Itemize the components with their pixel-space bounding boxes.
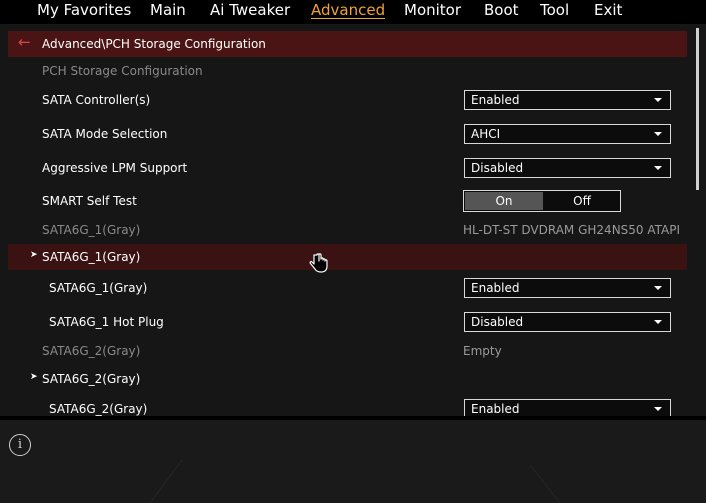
decorative-lines [149,459,561,503]
chevron-down-icon [654,166,662,170]
chevron-down-icon [654,132,662,136]
aggressive-lpm-row[interactable]: Aggressive LPM Support Disabled [0,155,687,181]
port2-enable-label: SATA6G_2(Gray) [49,402,148,416]
toggle-on-option[interactable]: On [465,192,543,210]
port1-group-row[interactable]: ➤ SATA6G_1(Gray) [8,244,687,270]
hand-pointer-icon [309,253,328,273]
help-footer: i [0,420,706,503]
port1-hotplug-dropdown[interactable]: Disabled [464,312,671,332]
sata-controller-label: SATA Controller(s) [42,93,151,107]
port2-info-row: SATA6G_2(Gray) Empty [0,338,687,364]
port1-enable-dropdown[interactable]: Enabled [464,278,671,298]
port1-info-row: SATA6G_1(Gray) HL-DT-ST DVDRAM GH24NS50 … [0,217,687,243]
port2-enable-value: Enabled [471,402,520,416]
port2-group-label: SATA6G_2(Gray) [42,372,141,386]
sata-mode-row[interactable]: SATA Mode Selection AHCI [0,121,687,147]
sata-controller-value: Enabled [471,93,520,107]
breadcrumb-path: Advanced\PCH Storage Configuration [42,37,266,51]
aggressive-lpm-dropdown[interactable]: Disabled [464,158,671,178]
chevron-down-icon [654,98,662,102]
menu-monitor[interactable]: Monitor [404,1,461,19]
port2-info-label: SATA6G_2(Gray) [42,344,141,358]
sata-controller-dropdown[interactable]: Enabled [464,90,671,110]
section-title: PCH Storage Configuration [42,64,203,78]
breadcrumb: ← Advanced\PCH Storage Configuration [8,31,687,57]
port2-group-row[interactable]: ➤ SATA6G_2(Gray) [0,366,687,392]
chevron-down-icon [654,286,662,290]
port1-enable-row[interactable]: SATA6G_1(Gray) Enabled [0,275,687,301]
port2-enable-dropdown[interactable]: Enabled [464,399,671,416]
port2-device-name: Empty [463,344,502,358]
settings-panel: ← Advanced\PCH Storage Configuration PCH… [0,24,706,416]
menu-exit[interactable]: Exit [594,1,622,19]
port1-hotplug-row[interactable]: SATA6G_1 Hot Plug Disabled [0,309,687,335]
port1-device-name: HL-DT-ST DVDRAM GH24NS50 ATAPI [463,223,681,237]
port1-enable-value: Enabled [471,281,520,295]
chevron-down-icon [654,407,662,411]
smart-self-test-toggle[interactable]: On Off [463,190,621,212]
sata-controller-row[interactable]: SATA Controller(s) Enabled [0,87,687,113]
chevron-down-icon [654,320,662,324]
triangle-right-icon: ➤ [30,372,38,382]
menu-boot[interactable]: Boot [484,1,519,19]
menu-tool[interactable]: Tool [540,1,569,19]
aggressive-lpm-label: Aggressive LPM Support [42,161,188,175]
port1-hotplug-value: Disabled [471,315,524,329]
menu-my-favorites[interactable]: My Favorites [37,1,131,19]
menu-advanced[interactable]: Advanced [311,1,385,19]
scrollbar[interactable] [696,28,699,190]
port1-hotplug-label: SATA6G_1 Hot Plug [49,315,164,329]
top-menu-bar: My Favorites Main Ai Tweaker Advanced Mo… [0,0,706,24]
sata-mode-dropdown[interactable]: AHCI [464,124,671,144]
port1-enable-label: SATA6G_1(Gray) [49,281,148,295]
sata-mode-value: AHCI [471,127,501,141]
smart-self-test-row[interactable]: SMART Self Test On Off [0,188,687,214]
menu-ai-tweaker[interactable]: Ai Tweaker [210,1,290,19]
port1-info-label: SATA6G_1(Gray) [42,223,141,237]
info-icon[interactable]: i [9,434,31,456]
sata-mode-label: SATA Mode Selection [42,127,168,141]
section-title-row: PCH Storage Configuration [0,58,687,84]
back-arrow-icon[interactable]: ← [18,33,31,51]
triangle-right-icon: ➤ [30,250,38,260]
port1-group-label: SATA6G_1(Gray) [42,250,141,264]
menu-main[interactable]: Main [150,1,186,19]
smart-self-test-label: SMART Self Test [42,194,137,208]
aggressive-lpm-value: Disabled [471,161,524,175]
port2-enable-row[interactable]: SATA6G_2(Gray) Enabled [0,396,687,416]
toggle-off-option[interactable]: Off [544,192,620,210]
